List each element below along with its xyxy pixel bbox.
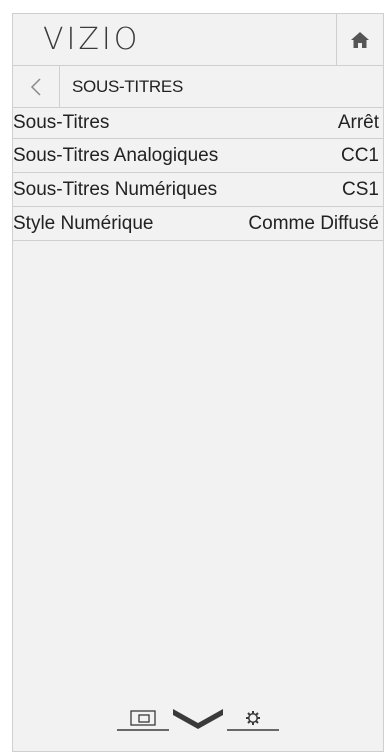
- input-icon: [117, 710, 169, 731]
- menu-item-sous-titres-analogiques[interactable]: Sous-Titres Analogiques CC1: [13, 139, 383, 173]
- vizio-logo: VIZIO: [43, 22, 141, 57]
- menu-item-label: Sous-Titres Analogiques: [13, 144, 219, 166]
- menu-item-label: Style Numérique: [13, 212, 154, 234]
- menu-item-label: Sous-Titres: [13, 112, 110, 133]
- chevron-down-icon: [173, 709, 223, 729]
- menu-item-label: Sous-Titres Numériques: [13, 178, 218, 200]
- menu-item-style-numerique[interactable]: Style Numérique Comme Diffusé: [13, 207, 383, 241]
- brand-area: VIZIO: [13, 14, 337, 65]
- header-bar: VIZIO: [13, 14, 383, 66]
- input-button[interactable]: [117, 707, 169, 731]
- menu-item-value: CS1: [342, 178, 379, 200]
- home-button[interactable]: [337, 14, 383, 65]
- collapse-button[interactable]: [169, 707, 227, 731]
- page-title: SOUS-TITRES: [72, 76, 183, 96]
- breadcrumb: SOUS-TITRES: [13, 66, 383, 108]
- bottom-toolbar: [13, 701, 383, 731]
- menu-item-value: CC1: [340, 144, 379, 166]
- settings-button[interactable]: [227, 707, 279, 731]
- back-arrow-icon: [30, 77, 41, 96]
- settings-menu: Sous-Titres Arrêt Sous-Titres Analogique…: [13, 108, 383, 241]
- home-icon: [351, 31, 369, 48]
- menu-item-value: Comme Diffusé: [248, 212, 379, 234]
- settings-gear-icon: [227, 711, 279, 731]
- menu-item-value: Arrêt: [337, 112, 379, 133]
- back-button[interactable]: [13, 66, 60, 107]
- menu-item-sous-titres-numeriques[interactable]: Sous-Titres Numériques CS1: [13, 173, 383, 207]
- menu-item-sous-titres[interactable]: Sous-Titres Arrêt: [13, 108, 383, 139]
- tv-menu-panel: VIZIO SOUS-TITRES Sous-Titres Arrêt Sous…: [12, 13, 384, 752]
